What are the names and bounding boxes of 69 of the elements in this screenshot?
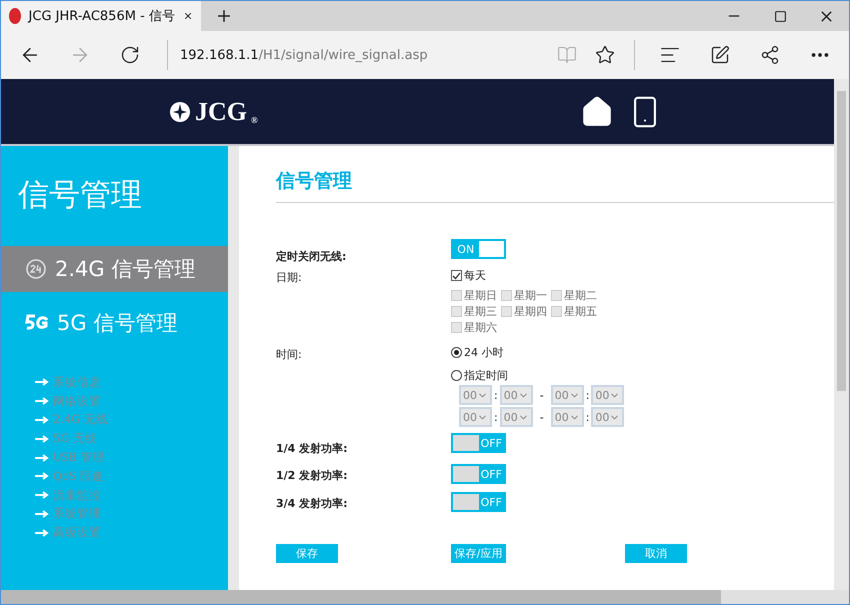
checkbox[interactable]: 每天 (451, 268, 486, 283)
signal-band-icon (25, 314, 49, 332)
scrollbar[interactable] (228, 146, 239, 590)
hour-select[interactable]: 00 (550, 407, 584, 427)
note-icon[interactable] (710, 45, 730, 65)
arrow-icon (35, 510, 49, 518)
toggle-switch[interactable]: OFF (451, 433, 506, 453)
arrow-icon (35, 528, 49, 537)
field-label: 时间: (276, 347, 302, 362)
menu-link[interactable]: 网络设置 (53, 394, 101, 409)
check-icon (452, 272, 461, 280)
time-separator: : (586, 410, 590, 424)
maximize-icon[interactable] (774, 10, 786, 22)
field-label: 1/2 发射功率: (276, 468, 348, 483)
arrow-icon (35, 472, 49, 480)
action-button[interactable]: 保存/应用 (451, 544, 506, 563)
sidebar-item[interactable]: 5G 信号管理 (1, 300, 228, 346)
time-separator: : (494, 388, 498, 402)
star-icon[interactable] (595, 45, 615, 65)
logo-icon (169, 100, 191, 122)
radio-button[interactable]: 24 小时 (451, 345, 504, 360)
time-separator: : (494, 410, 498, 424)
menu-link[interactable]: 高级设置 (53, 525, 101, 540)
field-label: 日期: (276, 270, 302, 285)
arrow-icon (35, 397, 49, 406)
browser-tab[interactable]: JCG JHR-AC856M - 信号 (1, 1, 201, 31)
toggle-switch[interactable]: OFF (451, 492, 506, 512)
scrollbar[interactable] (1, 590, 849, 604)
field-label: 1/4 发射功率: (276, 441, 348, 456)
toggle-switch[interactable]: OFF (451, 464, 506, 484)
minute-select[interactable]: 00 (591, 385, 624, 405)
page-title: 信号管理 (276, 168, 834, 203)
menu-link[interactable]: 2.4G 无线 (53, 412, 108, 428)
action-button[interactable]: 保存 (276, 544, 338, 563)
arrow-icon (35, 491, 49, 500)
registered-mark: ® (251, 114, 258, 124)
arrow-icon (35, 434, 49, 443)
sidebar-title: 信号管理 (17, 176, 143, 215)
share-icon[interactable] (760, 45, 780, 65)
action-button[interactable]: 取消 (625, 544, 687, 563)
arrow-icon (35, 454, 49, 462)
scrollbar[interactable] (834, 79, 849, 590)
field-label: 定时关闭无线: (276, 249, 346, 264)
minute-select[interactable]: 00 (591, 407, 624, 427)
hour-select[interactable]: 00 (550, 385, 584, 405)
menu-link[interactable]: 流量监控 (53, 488, 101, 503)
refresh-icon[interactable] (120, 45, 140, 65)
sidebar-item[interactable]: 2.4G 信号管理 (1, 246, 228, 292)
field-label: 3/4 发射功率: (276, 496, 348, 511)
menu-link[interactable]: USB 管理 (53, 450, 104, 466)
menu-link[interactable]: QoS 限速 (53, 468, 104, 484)
toggle-switch[interactable]: ON (451, 239, 506, 259)
signal-band-icon (25, 258, 47, 280)
hour-select[interactable]: 00 (459, 407, 492, 427)
range-dash: - (538, 388, 545, 402)
new-tab-icon[interactable] (215, 7, 233, 25)
range-dash: - (538, 410, 545, 424)
time-separator: : (586, 388, 590, 402)
minute-select[interactable]: 00 (500, 407, 533, 427)
favicon-icon (9, 8, 21, 24)
radio-button[interactable]: 指定时间 (451, 368, 508, 383)
logo-text: JCG (195, 96, 247, 126)
menu-link[interactable]: 5G 无线 (53, 431, 97, 446)
menu-link[interactable]: 系统信息 (53, 374, 101, 390)
menu-link[interactable]: 系统管理 (53, 506, 101, 522)
minute-select[interactable]: 00 (500, 385, 533, 405)
arrow-icon (35, 378, 49, 386)
hour-select[interactable]: 00 (459, 385, 492, 405)
arrow-icon (35, 416, 49, 424)
